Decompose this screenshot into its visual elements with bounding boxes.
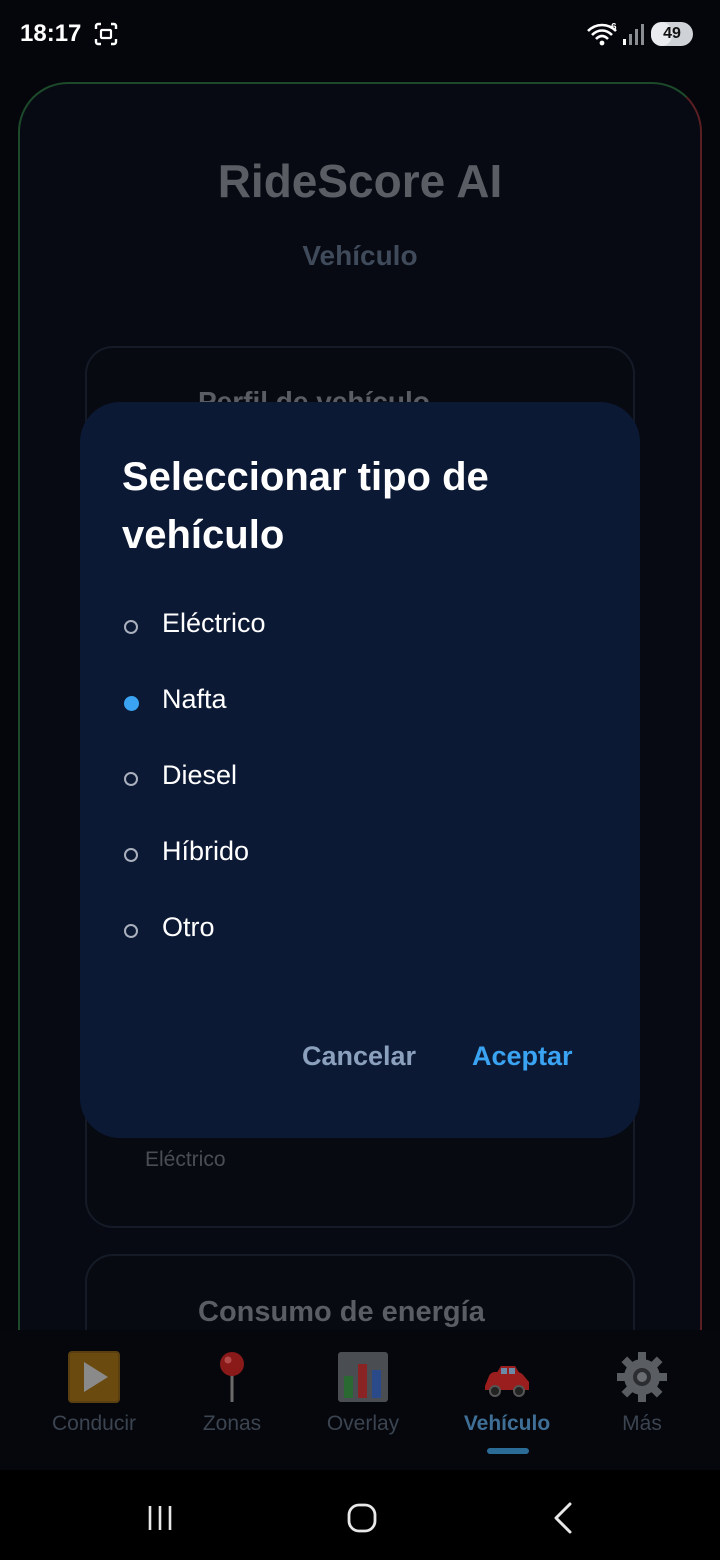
option-hibrido[interactable]: Híbrido <box>120 826 600 886</box>
pushpin-icon <box>220 1352 244 1402</box>
nav-active-indicator <box>487 1448 529 1454</box>
radio-button[interactable] <box>124 620 138 634</box>
radio-button-selected[interactable] <box>124 696 139 711</box>
option-electrico[interactable]: Eléctrico <box>120 598 600 658</box>
nav-item-overlay[interactable]: Overlay <box>293 1350 433 1460</box>
svg-text:6: 6 <box>611 22 617 33</box>
option-otro[interactable]: Otro <box>120 902 600 962</box>
nav-label-zonas: Zonas <box>202 1412 262 1435</box>
bar-chart-icon <box>338 1352 388 1402</box>
vehicle-type-dialog: Seleccionar tipo de vehículo Eléctrico N… <box>80 402 640 1138</box>
option-nafta[interactable]: Nafta <box>120 674 600 734</box>
play-icon <box>68 1351 120 1403</box>
option-label: Diesel <box>162 760 238 790</box>
option-label: Otro <box>162 912 215 942</box>
option-label: Híbrido <box>162 836 250 866</box>
back-icon[interactable] <box>544 1498 584 1538</box>
cancel-button[interactable]: Cancelar <box>302 1034 416 1078</box>
nav-item-vehiculo[interactable]: Vehículo <box>437 1350 577 1460</box>
energy-consumption-title: Consumo de energía <box>198 1296 485 1328</box>
nav-label-mas: Más <box>622 1412 662 1435</box>
vehicle-profile-value: Eléctrico <box>145 1148 226 1171</box>
nav-item-mas[interactable]: Más <box>572 1350 712 1460</box>
radio-button[interactable] <box>124 924 138 938</box>
status-bar: 18:17 6 49 <box>0 0 720 68</box>
nav-item-conducir[interactable]: Conducir <box>24 1350 164 1460</box>
option-diesel[interactable]: Diesel <box>120 750 600 810</box>
recents-icon[interactable] <box>140 1498 180 1538</box>
battery-level-text: 49 <box>663 25 681 42</box>
option-label: Nafta <box>162 684 227 714</box>
gear-icon <box>617 1352 667 1402</box>
nav-label-vehiculo: Vehículo <box>463 1412 551 1435</box>
option-label: Eléctrico <box>162 608 266 638</box>
signal-icon <box>623 24 644 45</box>
status-time: 18:17 <box>20 20 82 47</box>
app-title: RideScore AI <box>217 155 503 207</box>
accept-button[interactable]: Aceptar <box>472 1034 573 1078</box>
radio-button[interactable] <box>124 848 138 862</box>
dialog-title: Seleccionar tipo de vehículo <box>122 455 489 557</box>
battery-icon: 49 <box>651 22 693 46</box>
wifi-icon: 6 <box>587 22 617 46</box>
section-title: Vehículo <box>302 240 418 271</box>
home-icon[interactable] <box>342 1498 382 1538</box>
car-icon <box>485 1366 529 1397</box>
screenshot-icon <box>94 22 118 46</box>
nav-item-zonas[interactable]: Zonas <box>162 1350 302 1460</box>
radio-button[interactable] <box>124 772 138 786</box>
nav-label-overlay: Overlay <box>326 1412 400 1435</box>
nav-label-conducir: Conducir <box>51 1412 137 1435</box>
